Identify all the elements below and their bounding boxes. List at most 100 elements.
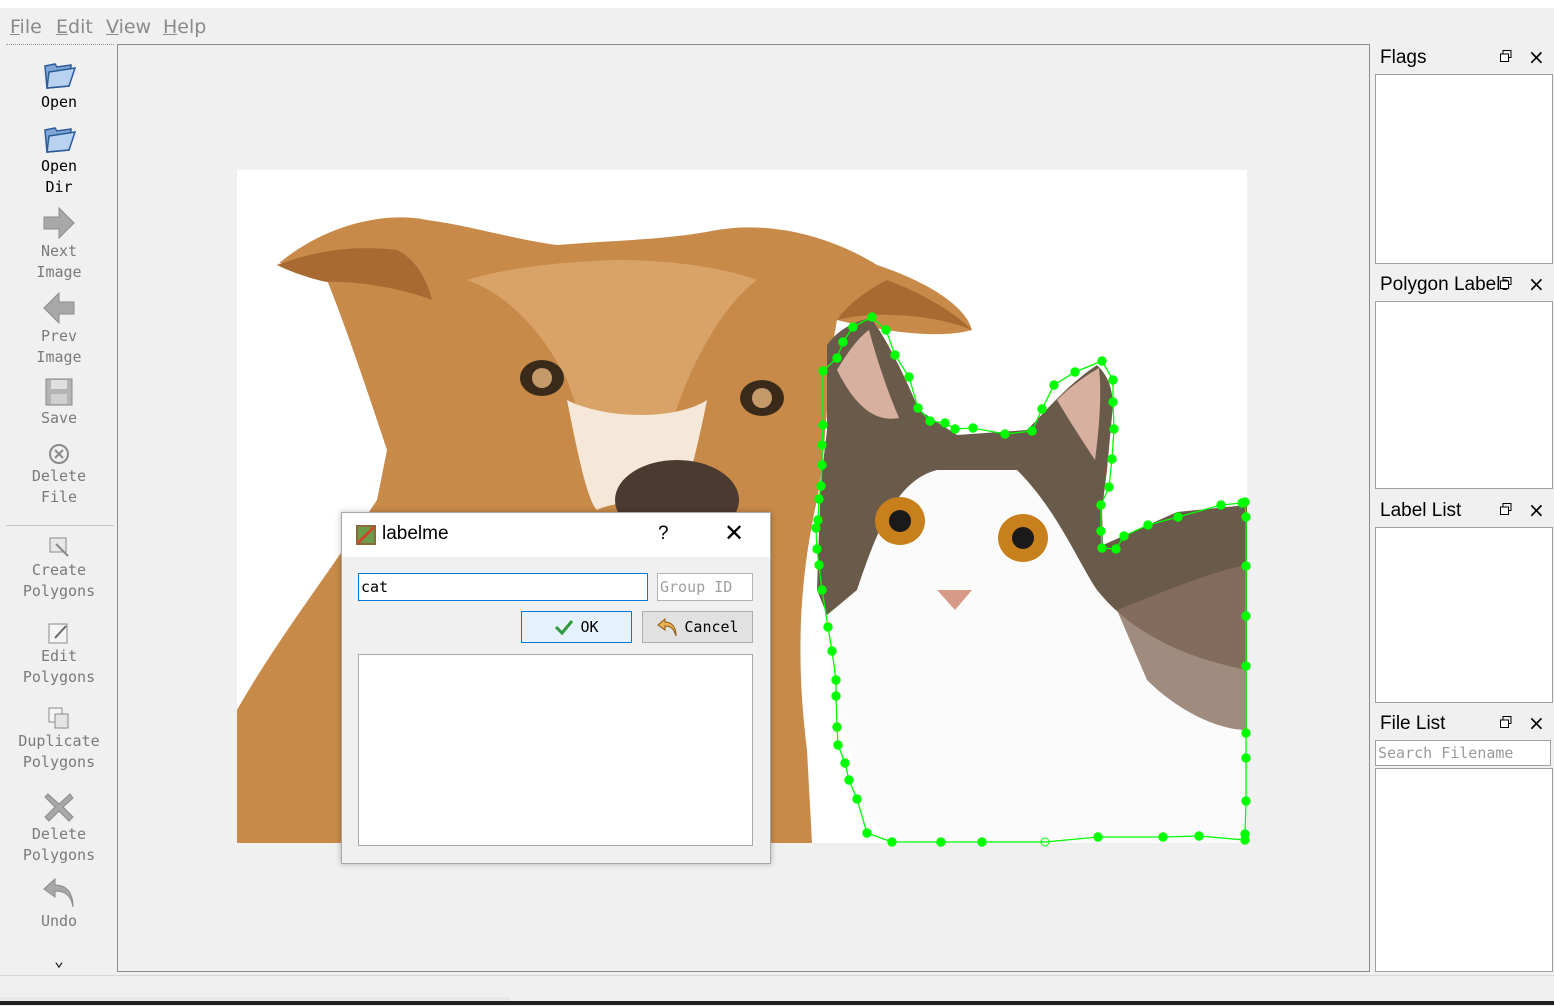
polygon-vertex[interactable] bbox=[831, 691, 841, 701]
next-image-button[interactable]: Next Image bbox=[4, 205, 114, 283]
menu-file[interactable]: File bbox=[10, 16, 42, 38]
polygon-vertex[interactable] bbox=[925, 416, 935, 426]
menu-view[interactable]: View bbox=[106, 16, 151, 38]
polygon-vertex[interactable] bbox=[950, 424, 960, 434]
polygon-vertex[interactable] bbox=[1173, 512, 1183, 522]
polygon-vertex[interactable] bbox=[867, 312, 877, 322]
polygon-vertex[interactable] bbox=[816, 481, 826, 491]
polygon-vertex[interactable] bbox=[811, 523, 821, 533]
polygon-vertex[interactable] bbox=[817, 585, 827, 595]
label-suggestion-list[interactable] bbox=[358, 654, 753, 846]
polygon-vertex[interactable] bbox=[1070, 367, 1080, 377]
polygon-vertex[interactable] bbox=[1241, 796, 1251, 806]
float-window-icon[interactable] bbox=[1500, 503, 1512, 515]
create-polygons-button[interactable]: Create Polygons bbox=[4, 534, 114, 602]
polygon-vertex[interactable] bbox=[1108, 375, 1118, 385]
polygon-vertex[interactable] bbox=[814, 560, 824, 570]
polygon-vertex[interactable] bbox=[831, 675, 841, 685]
polygon-vertex[interactable] bbox=[1049, 380, 1059, 390]
polygon-vertex[interactable] bbox=[1241, 561, 1251, 571]
polygon-vertex[interactable] bbox=[1037, 404, 1047, 414]
polygon-vertex[interactable] bbox=[1111, 544, 1121, 554]
label-input[interactable] bbox=[358, 573, 648, 601]
polygon-vertex[interactable] bbox=[862, 828, 872, 838]
polygon-vertex[interactable] bbox=[904, 372, 914, 382]
polygon-vertex[interactable] bbox=[852, 794, 862, 804]
polygon-vertex[interactable] bbox=[1158, 832, 1168, 842]
polygon-vertex[interactable] bbox=[833, 740, 843, 750]
polygon-vertex[interactable] bbox=[838, 337, 848, 347]
float-window-icon[interactable] bbox=[1500, 277, 1512, 289]
polygon-outline[interactable] bbox=[815, 316, 1247, 843]
close-icon[interactable]: × bbox=[1528, 45, 1545, 69]
duplicate-polygons-button[interactable]: Duplicate Polygons bbox=[4, 705, 114, 773]
polygon-vertex[interactable] bbox=[1241, 661, 1251, 671]
polygon-vertex[interactable] bbox=[1237, 498, 1247, 508]
close-icon[interactable]: ✕ bbox=[724, 519, 744, 547]
polygon-vertex[interactable] bbox=[1000, 429, 1010, 439]
search-filename-input[interactable] bbox=[1375, 740, 1551, 766]
polygon-vertex[interactable] bbox=[940, 418, 950, 428]
polygon-vertex[interactable] bbox=[1107, 454, 1117, 464]
polygon-vertex[interactable] bbox=[840, 758, 850, 768]
prev-image-button[interactable]: Prev Image bbox=[4, 290, 114, 368]
save-button[interactable]: Save bbox=[4, 376, 114, 429]
delete-file-button[interactable]: Delete File bbox=[4, 442, 114, 508]
group-id-input[interactable] bbox=[657, 573, 753, 601]
polygon-vertex[interactable] bbox=[813, 515, 823, 525]
toolbar-more-button[interactable]: ⌄ bbox=[4, 950, 114, 971]
polygon-vertex[interactable] bbox=[818, 366, 828, 376]
polygon-labels-list[interactable] bbox=[1375, 301, 1553, 489]
close-icon[interactable]: × bbox=[1528, 498, 1545, 522]
ok-button[interactable]: OK bbox=[521, 611, 632, 643]
cancel-button[interactable]: Cancel bbox=[642, 611, 753, 643]
polygon-vertex[interactable] bbox=[817, 460, 827, 470]
help-button[interactable]: ? bbox=[658, 523, 669, 545]
polygon-vertex[interactable] bbox=[1216, 500, 1226, 510]
polygon-vertex[interactable] bbox=[1093, 832, 1103, 842]
file-list[interactable] bbox=[1375, 768, 1553, 972]
polygon-vertex[interactable] bbox=[1108, 397, 1118, 407]
polygon-vertex[interactable] bbox=[1097, 543, 1107, 553]
polygon-vertex[interactable] bbox=[1241, 753, 1251, 763]
polygon-vertex[interactable] bbox=[1241, 512, 1251, 522]
float-window-icon[interactable] bbox=[1500, 50, 1512, 62]
label-list[interactable] bbox=[1375, 527, 1553, 703]
polygon-vertex[interactable] bbox=[832, 353, 842, 363]
polygon-vertex[interactable] bbox=[887, 837, 897, 847]
polygon-vertex[interactable] bbox=[814, 494, 824, 504]
polygon-vertex[interactable] bbox=[1104, 482, 1114, 492]
polygon-vertex[interactable] bbox=[977, 837, 987, 847]
delete-polygons-button[interactable]: Delete Polygons bbox=[4, 790, 114, 866]
polygon-vertex[interactable] bbox=[823, 622, 833, 632]
polygon-vertex[interactable] bbox=[1241, 728, 1251, 738]
polygon-vertex[interactable] bbox=[817, 440, 827, 450]
flags-list[interactable] bbox=[1375, 74, 1553, 264]
polygon-vertex[interactable] bbox=[913, 403, 923, 413]
menu-edit[interactable]: Edit bbox=[56, 16, 93, 38]
polygon-vertex[interactable] bbox=[1097, 356, 1107, 366]
polygon-vertex[interactable] bbox=[1109, 424, 1119, 434]
open-button[interactable]: Open bbox=[4, 56, 114, 113]
polygon-vertex[interactable] bbox=[1096, 526, 1106, 536]
polygon-vertex[interactable] bbox=[818, 420, 828, 430]
open-dir-button[interactable]: Open Dir bbox=[4, 120, 114, 198]
close-icon[interactable]: × bbox=[1528, 711, 1545, 735]
polygon-vertex[interactable] bbox=[1143, 520, 1153, 530]
polygon-vertex[interactable] bbox=[812, 544, 822, 554]
undo-button[interactable]: Undo bbox=[4, 875, 114, 932]
polygon-vertex[interactable] bbox=[844, 775, 854, 785]
polygon-vertex[interactable] bbox=[848, 322, 858, 332]
polygon-vertex[interactable] bbox=[1027, 426, 1037, 436]
menu-help[interactable]: Help bbox=[163, 16, 206, 38]
polygon-vertex[interactable] bbox=[827, 646, 837, 656]
polygon-vertex[interactable] bbox=[1096, 500, 1106, 510]
float-window-icon[interactable] bbox=[1500, 716, 1512, 728]
polygon-vertex[interactable] bbox=[1194, 831, 1204, 841]
polygon-vertex[interactable] bbox=[1240, 829, 1250, 839]
polygon-vertex[interactable] bbox=[1119, 531, 1129, 541]
polygon-vertex[interactable] bbox=[832, 722, 842, 732]
polygon-vertex[interactable] bbox=[968, 423, 978, 433]
polygon-vertex[interactable] bbox=[890, 350, 900, 360]
polygon-vertex[interactable] bbox=[1241, 611, 1251, 621]
